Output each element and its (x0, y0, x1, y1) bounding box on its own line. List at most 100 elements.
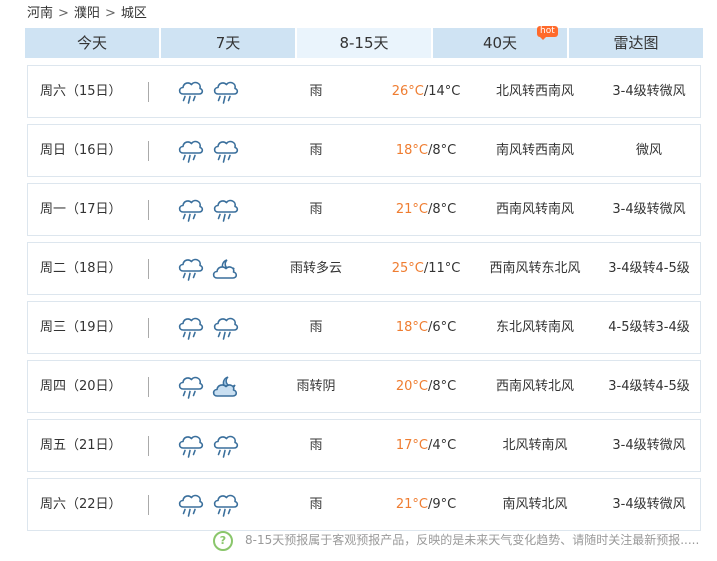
breadcrumb-separator: > (104, 6, 116, 21)
temp-high: 18°C (395, 320, 428, 335)
wind-direction: 西南风转北风 (495, 379, 574, 394)
forecast-tabs: 今天 7天 8-15天 40天 hot 雷达图 (25, 26, 703, 58)
rain-icon (176, 256, 204, 282)
breadcrumb-district[interactable]: 城区 (121, 6, 147, 21)
question-icon: ? (213, 530, 233, 551)
weather-condition: 雨 (309, 497, 323, 512)
wind-level: 4-5级转3-4级 (608, 320, 690, 335)
rain-icon (176, 79, 204, 105)
temp-low: /14°C (423, 84, 461, 99)
day-label: 周六（15日） (40, 84, 122, 99)
day-label: 周五（21日） (40, 438, 122, 453)
tab-40-days[interactable]: 40天 hot (433, 26, 567, 58)
temperature: 20°C/8°C (386, 361, 466, 412)
temperature: 21°C/9°C (386, 479, 466, 530)
wind-level: 3-4级转4-5级 (608, 379, 690, 394)
weather-condition: 雨转阴 (296, 379, 336, 394)
rain-icon (176, 492, 204, 518)
divider (148, 200, 149, 220)
wind-direction: 西南风转东北风 (489, 261, 581, 276)
rain-icon (211, 197, 239, 223)
forecast-row: 周六（15日） 雨 26°C/14°C 北风转西南风 3-4级转微风 (27, 65, 701, 118)
rain-icon (176, 197, 204, 223)
tab-label: 40天 (482, 34, 518, 52)
forecast-note: ? 8-15天预报属于客观预报产品，反映的是未来天气变化趋势、请随时关注最新预报.… (213, 530, 699, 551)
rain-icon (211, 433, 239, 459)
tab-label: 今天 (76, 34, 107, 52)
wind-direction: 东北风转南风 (495, 320, 574, 335)
divider (148, 377, 149, 397)
day-label: 周六（22日） (40, 497, 122, 512)
divider (148, 436, 149, 456)
rain-icon (176, 315, 204, 341)
wind-level: 3-4级转4-5级 (608, 261, 690, 276)
day-label: 周日（16日） (40, 143, 122, 158)
wind-level: 3-4级转微风 (612, 497, 686, 512)
wind-direction: 南风转西南风 (495, 143, 574, 158)
temperature: 26°C/14°C (386, 66, 466, 117)
forecast-row: 周五（21日） 雨 17°C/4°C 北风转南风 3-4级转微风 (27, 419, 701, 472)
temp-low: /8°C (427, 143, 457, 158)
temp-low: /4°C (427, 438, 457, 453)
forecast-row: 周一（17日） 雨 21°C/8°C 西南风转南风 3-4级转微风 (27, 183, 701, 236)
rain-icon (211, 138, 239, 164)
forecast-row: 周日（16日） 雨 18°C/8°C 南风转西南风 微风 (27, 124, 701, 177)
breadcrumb-province[interactable]: 河南 (27, 6, 53, 21)
temp-low: /6°C (427, 320, 457, 335)
forecast-row: 周三（19日） 雨 18°C/6°C 东北风转南风 4-5级转3-4级 (27, 301, 701, 354)
temperature: 18°C/8°C (386, 125, 466, 176)
weather-condition: 雨 (309, 143, 323, 158)
divider (148, 141, 149, 161)
weather-condition: 雨 (309, 320, 323, 335)
divider (148, 318, 149, 338)
temp-low: /9°C (427, 497, 457, 512)
forecast-row: 周四（20日） 雨转阴 20°C/8°C 西南风转北风 3-4级转4-5级 (27, 360, 701, 413)
temp-high: 26°C (391, 84, 424, 99)
rain-icon (211, 79, 239, 105)
day-label: 周二（18日） (40, 261, 122, 276)
weather-condition: 雨 (309, 438, 323, 453)
temperature: 17°C/4°C (386, 420, 466, 471)
rain-icon (176, 374, 204, 400)
wind-level: 3-4级转微风 (612, 84, 686, 99)
day-label: 周三（19日） (40, 320, 122, 335)
day-label: 周一（17日） (40, 202, 122, 217)
note-text: 8-15天预报属于客观预报产品，反映的是未来天气变化趋势、请随时关注最新预报..… (245, 533, 700, 547)
weather-condition: 雨转多云 (289, 261, 342, 276)
forecast-row: 周二（18日） 雨转多云 25°C/11°C 西南风转东北风 3-4级转4-5级 (27, 242, 701, 295)
temp-low: /11°C (423, 261, 461, 276)
forecast-list: 周六（15日）雨 26°C/14°C 北风转西南风 3-4级转微风 周日（16日）雨 18… (27, 65, 701, 537)
divider (148, 259, 149, 279)
temp-high: 20°C (395, 379, 428, 394)
hot-badge: hot (537, 26, 558, 40)
forecast-row: 周六（22日） 雨 21°C/9°C 南风转北风 3-4级转微风 (27, 478, 701, 531)
tab-7-days[interactable]: 7天 (161, 28, 295, 58)
tab-label: 雷达图 (613, 34, 659, 52)
temp-low: /8°C (427, 379, 457, 394)
breadcrumb-separator: > (58, 6, 69, 21)
rain-icon (176, 138, 204, 164)
wind-direction: 南风转北风 (502, 497, 568, 512)
temp-high: 21°C (395, 497, 428, 512)
temp-high: 25°C (391, 261, 424, 276)
breadcrumb: 河南 > 濮阳 > 城区 (27, 4, 147, 24)
overcast-night-icon (211, 374, 239, 400)
temp-high: 17°C (395, 438, 428, 453)
divider (148, 82, 149, 102)
tab-8-15-days[interactable]: 8-15天 (297, 28, 431, 58)
rain-icon (211, 492, 239, 518)
tab-label: 7天 (215, 34, 241, 52)
wind-direction: 西南风转南风 (495, 202, 574, 217)
wind-level: 微风 (635, 143, 662, 158)
rain-icon (211, 315, 239, 341)
breadcrumb-city[interactable]: 濮阳 (74, 6, 100, 21)
rain-icon (176, 433, 204, 459)
divider (148, 495, 149, 515)
tab-today[interactable]: 今天 (25, 28, 159, 58)
temperature: 25°C/11°C (386, 243, 466, 294)
wind-direction: 北风转西南风 (495, 84, 574, 99)
weather-condition: 雨 (309, 84, 323, 99)
temperature: 18°C/6°C (386, 302, 466, 353)
tab-radar[interactable]: 雷达图 (569, 28, 703, 58)
weather-condition: 雨 (309, 202, 323, 217)
